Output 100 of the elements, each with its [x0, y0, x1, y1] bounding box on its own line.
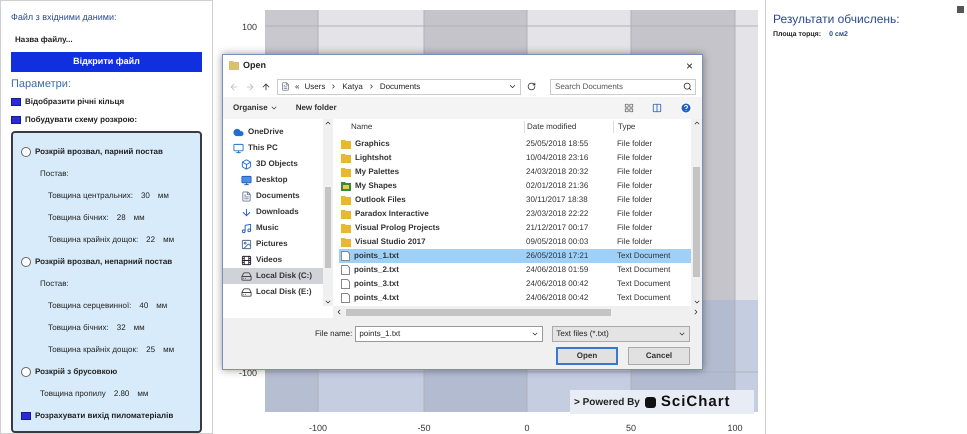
section-title: Параметри:: [11, 77, 72, 92]
nav-item[interactable]: Music: [223, 220, 323, 236]
value-field[interactable]: 25: [144, 344, 158, 356]
music-icon: [241, 222, 252, 234]
nav-item[interactable]: Videos: [223, 252, 323, 268]
column-header[interactable]: Name: [339, 121, 524, 133]
type-cell-text: File folder: [616, 166, 654, 178]
scrollbar[interactable]: [691, 119, 702, 306]
breadcrumb-item[interactable]: Katya: [342, 80, 363, 92]
toolbar-button[interactable]: New folder: [296, 102, 337, 114]
file-name: points_2.txt: [354, 264, 399, 276]
file-row[interactable]: points_1.txt 26/05/2018 17:21 Text Document: [339, 249, 691, 263]
scroll-down-icon[interactable]: [324, 298, 332, 306]
type-cell-text: Text Document: [616, 264, 672, 276]
column-header[interactable]: Date modified: [524, 121, 613, 133]
unit-label: мм: [156, 300, 168, 312]
file-name: points_3.txt: [354, 278, 399, 290]
help-icon[interactable]: [680, 102, 692, 114]
nav-item[interactable]: Desktop: [223, 172, 323, 188]
dialog-button[interactable]: Cancel: [628, 347, 690, 365]
scroll-up-icon[interactable]: [692, 119, 700, 127]
file-row[interactable]: Graphics 25/05/2018 18:55 File folder: [339, 137, 691, 151]
separator-icon: [330, 83, 338, 90]
monitor-icon: [241, 174, 252, 186]
date-cell-text: 24/03/2018 20:32: [525, 166, 590, 178]
nav-item[interactable]: Documents: [223, 188, 323, 204]
unit-label: мм: [134, 212, 145, 224]
nav-item[interactable]: Pictures: [223, 236, 323, 252]
field-label: File name:: [315, 328, 352, 340]
chevron-down-icon[interactable]: [508, 82, 517, 91]
file-row[interactable]: Lightshot 10/04/2018 23:16 File folder: [339, 151, 691, 165]
field-label: Товщина пропилу: [40, 388, 106, 400]
date-cell-text: 24/06/2018 01:59: [525, 264, 590, 276]
value-field[interactable]: 30: [138, 190, 152, 202]
file-name-field[interactable]: points_1.txt: [355, 326, 544, 342]
film-icon: [241, 254, 252, 266]
open-file-button[interactable]: Відкрити файл: [11, 52, 202, 72]
file-name: Visual Studio 2017: [355, 236, 426, 248]
value-field[interactable]: 22: [144, 234, 158, 246]
file-row[interactable]: points_4.txt 24/06/2018 00:42 Text Document: [339, 291, 691, 305]
radio-button[interactable]: [21, 146, 31, 157]
file-row[interactable]: Visual Studio 2017 09/05/2018 00:03 File folder: [339, 235, 691, 249]
breadcrumb-item[interactable]: Documents: [380, 80, 420, 92]
file-name: Outlook Files: [355, 194, 406, 206]
view-icon[interactable]: [624, 103, 634, 113]
nav-item[interactable]: Downloads: [223, 204, 323, 220]
value-field[interactable]: 2.80: [112, 388, 132, 400]
search-icon: [683, 82, 692, 90]
preview-pane-icon[interactable]: [652, 103, 662, 113]
nav-item[interactable]: This PC: [223, 140, 323, 156]
up-icon[interactable]: [261, 82, 271, 92]
scroll-right-icon[interactable]: [692, 308, 700, 316]
refresh-icon[interactable]: [527, 82, 536, 91]
scrollbar[interactable]: [323, 119, 333, 306]
drive-icon: [241, 286, 252, 298]
group-label: Постав:: [40, 168, 69, 180]
dialog-button[interactable]: Open: [556, 347, 618, 365]
radio-button[interactable]: [21, 256, 31, 267]
type-cell-text: File folder: [616, 208, 654, 220]
file-row[interactable]: Visual Prolog Projects 21/12/2017 00:17 File folder: [339, 221, 691, 235]
path-overflow: «: [295, 80, 300, 92]
unit-label: мм: [163, 344, 174, 356]
search-field[interactable]: Search Documents: [550, 78, 696, 94]
document-icon: [241, 190, 252, 202]
scroll-left-icon[interactable]: [335, 308, 343, 316]
nav-item[interactable]: OneDrive: [223, 124, 323, 140]
checkbox[interactable]: [21, 412, 31, 420]
file-row[interactable]: My Palettes 24/03/2018 20:32 File folder: [339, 165, 691, 179]
address-bar[interactable]: « Users Katya Documents: [277, 78, 521, 94]
breadcrumb-item[interactable]: Users: [304, 80, 326, 92]
file-type-dropdown[interactable]: Text files (*.txt): [552, 326, 690, 342]
scroll-up-icon[interactable]: [324, 119, 332, 127]
checkbox[interactable]: [11, 116, 21, 124]
file-name: points_4.txt: [354, 292, 399, 304]
axis-tick-label: 0: [524, 423, 530, 433]
value-field[interactable]: 32: [114, 322, 128, 334]
file-row[interactable]: points_2.txt 24/06/2018 01:59 Text Document: [339, 263, 691, 277]
scroll-down-icon[interactable]: [692, 298, 700, 306]
value-field[interactable]: 28: [114, 212, 128, 224]
close-button[interactable]: ×: [682, 60, 696, 72]
field-label: Товщина бічних:: [48, 212, 109, 224]
nav-item[interactable]: 3D Objects: [223, 156, 323, 172]
axis-tick-label: -50: [418, 423, 430, 433]
file-row[interactable]: Paradox Interactive 23/03/2018 22:22 File folder: [339, 207, 691, 221]
group-label: Постав:: [40, 278, 69, 290]
nav-item[interactable]: Local Disk (C:): [223, 268, 323, 284]
separator-icon: [368, 83, 375, 90]
file-row[interactable]: Outlook Files 30/11/2017 18:38 File folder: [339, 193, 691, 207]
unit-label: мм: [158, 190, 169, 202]
file-row[interactable]: My Shapes 02/01/2018 21:36 File folder: [339, 179, 691, 193]
horizontal-scrollbar[interactable]: [333, 306, 702, 318]
checkbox[interactable]: [11, 98, 21, 106]
value-field[interactable]: 40: [137, 300, 150, 312]
file-row[interactable]: points_3.txt 24/06/2018 00:42 Text Document: [339, 277, 691, 291]
nav-item[interactable]: Local Disk (E:): [223, 284, 323, 300]
file-name: Lightshot: [355, 152, 392, 164]
toolbar-button[interactable]: Organise: [233, 102, 278, 114]
file-name: points_1.txt: [354, 250, 399, 262]
radio-button[interactable]: [21, 366, 31, 377]
panel-title: Результати обчислень:: [773, 11, 901, 28]
